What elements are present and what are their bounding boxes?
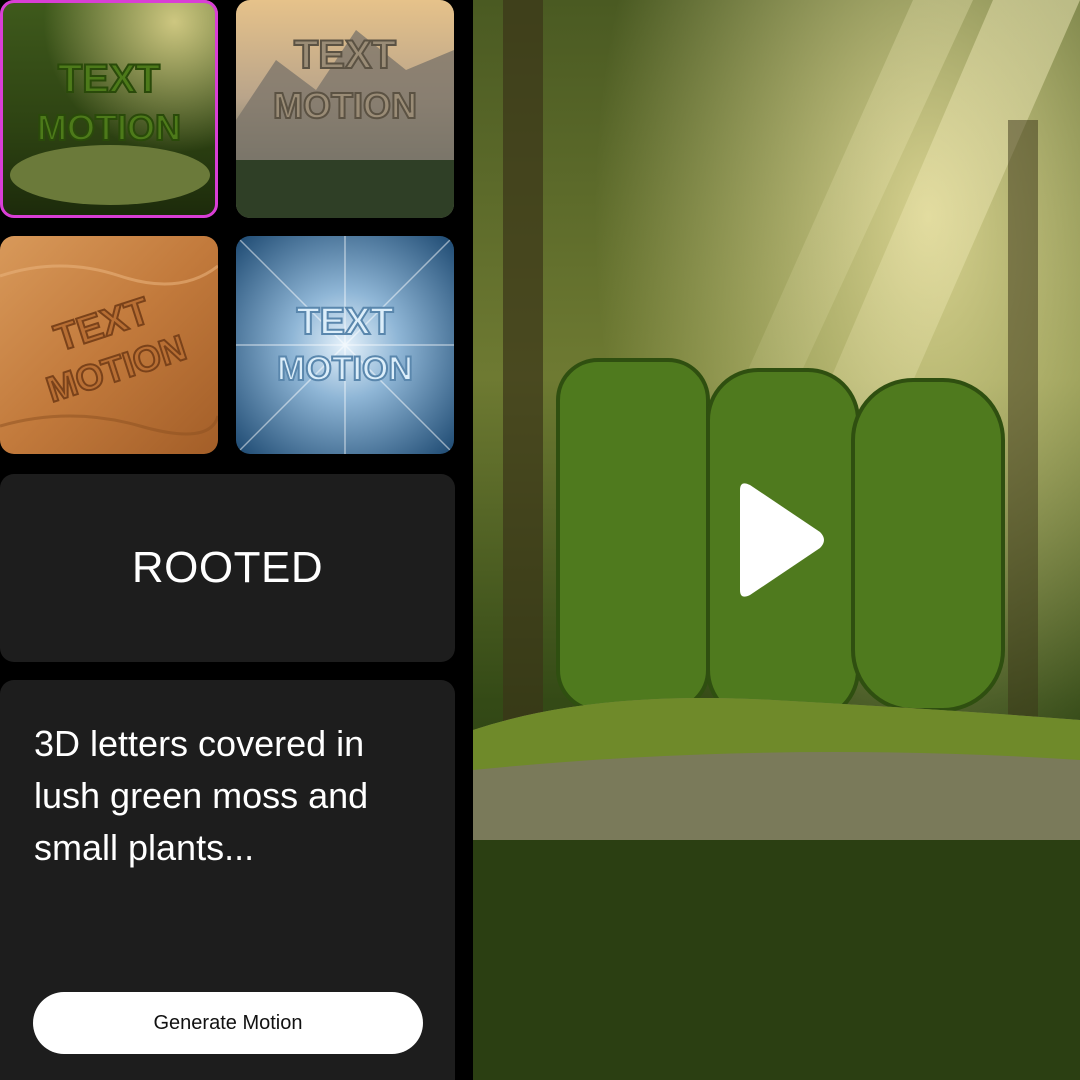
ice-preview-image: TEXT MOTION bbox=[236, 236, 454, 454]
thumb-text-line1: TEXT bbox=[296, 301, 393, 343]
title-word: ROOTED bbox=[131, 543, 324, 592]
play-icon[interactable] bbox=[728, 480, 828, 600]
thumbnail-mountain[interactable]: TEXT MOTION bbox=[236, 0, 454, 218]
generate-motion-button[interactable]: Generate Motion bbox=[33, 992, 423, 1054]
thumb-text-line2: MOTION bbox=[277, 350, 413, 388]
thumb-text-line2: MOTION bbox=[37, 107, 181, 148]
thumb-text-line2: MOTION bbox=[273, 85, 417, 126]
prompt-text[interactable]: 3D letters covered in lush green moss an… bbox=[34, 718, 414, 874]
thumbnail-ice[interactable]: TEXT MOTION bbox=[236, 236, 454, 454]
thumb-text-line1: TEXT bbox=[58, 57, 160, 101]
thumbnail-moss[interactable]: TEXT MOTION bbox=[0, 0, 218, 218]
mountain-preview-image: TEXT MOTION bbox=[236, 0, 454, 218]
title-panel: ROOTED bbox=[0, 474, 455, 662]
thumb-text-line1: TEXT bbox=[294, 33, 396, 77]
thumbnail-sand[interactable]: TEXT MOTION bbox=[0, 236, 218, 454]
sand-preview-image: TEXT MOTION bbox=[0, 236, 218, 454]
moss-preview-image: TEXT MOTION bbox=[0, 0, 218, 218]
prompt-panel: 3D letters covered in lush green moss an… bbox=[0, 680, 455, 1080]
video-preview[interactable] bbox=[473, 0, 1080, 1080]
